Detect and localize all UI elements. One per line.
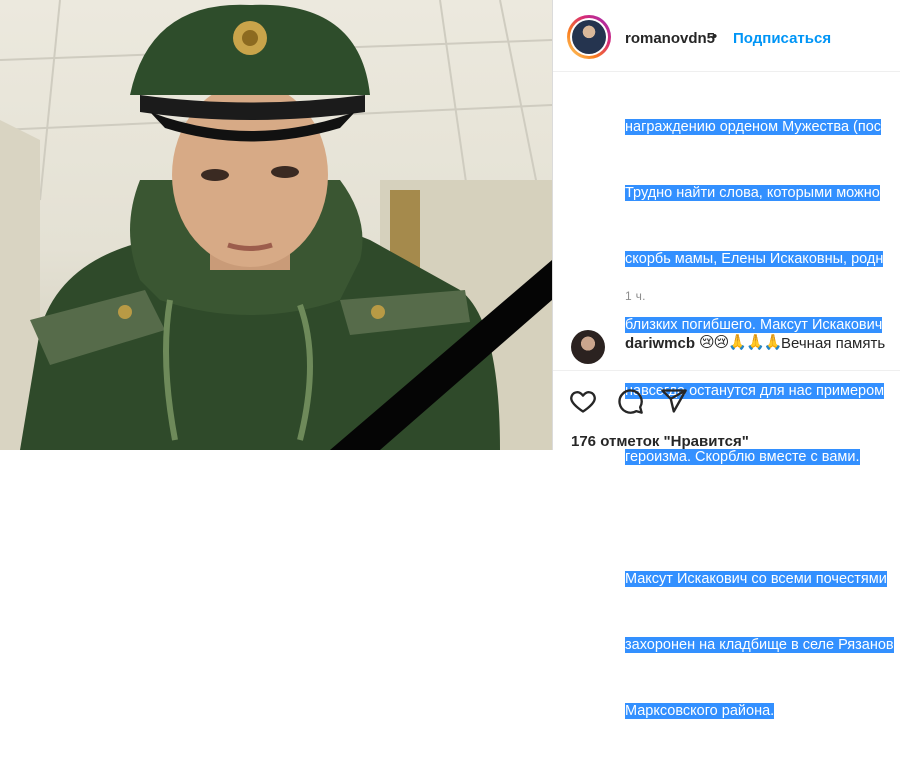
- caption-line: награждению орденом Мужества (пос: [625, 119, 882, 135]
- comment-row: dariwmcb 😢😢🙏🙏🙏 Вечная память: [553, 322, 900, 372]
- caption-line: Марксовского района.: [625, 703, 775, 719]
- follow-button[interactable]: Подписаться: [733, 30, 831, 47]
- post-timestamp[interactable]: 1 ч.: [625, 289, 646, 303]
- action-bar: 176 отметок "Нравится": [553, 370, 900, 451]
- caption-line: героизма. Скорблю вместе с вами.: [625, 449, 860, 465]
- likes-count[interactable]: 176 отметок "Нравится": [571, 433, 749, 450]
- caption-line: захоронен на кладбище в селе Рязанов: [625, 637, 894, 653]
- author-avatar[interactable]: [567, 15, 611, 59]
- header-separator: •: [712, 28, 718, 45]
- commenter-avatar[interactable]: [571, 330, 605, 364]
- post-panel: romanovdn5 • Подписаться награждению орд…: [552, 0, 900, 719]
- comment-text: Вечная память: [781, 335, 886, 352]
- commenter-username[interactable]: dariwmcb: [625, 335, 695, 352]
- soldier-photo-illustration: [0, 0, 552, 450]
- comment-icon[interactable]: [616, 387, 644, 415]
- caption-line: скорбь мамы, Елены Искаковны, родн: [625, 251, 884, 267]
- comment-emojis: 😢😢🙏🙏🙏: [699, 334, 782, 351]
- caption-line: Максут Искакович со всеми почестями: [625, 571, 887, 587]
- post-header: romanovdn5 • Подписаться: [553, 0, 900, 72]
- caption-line: Трудно найти слова, которыми можно: [625, 185, 880, 201]
- author-username[interactable]: romanovdn5: [625, 30, 715, 47]
- heart-icon[interactable]: [569, 387, 597, 415]
- post-photo[interactable]: [0, 0, 552, 450]
- share-icon[interactable]: [660, 387, 688, 415]
